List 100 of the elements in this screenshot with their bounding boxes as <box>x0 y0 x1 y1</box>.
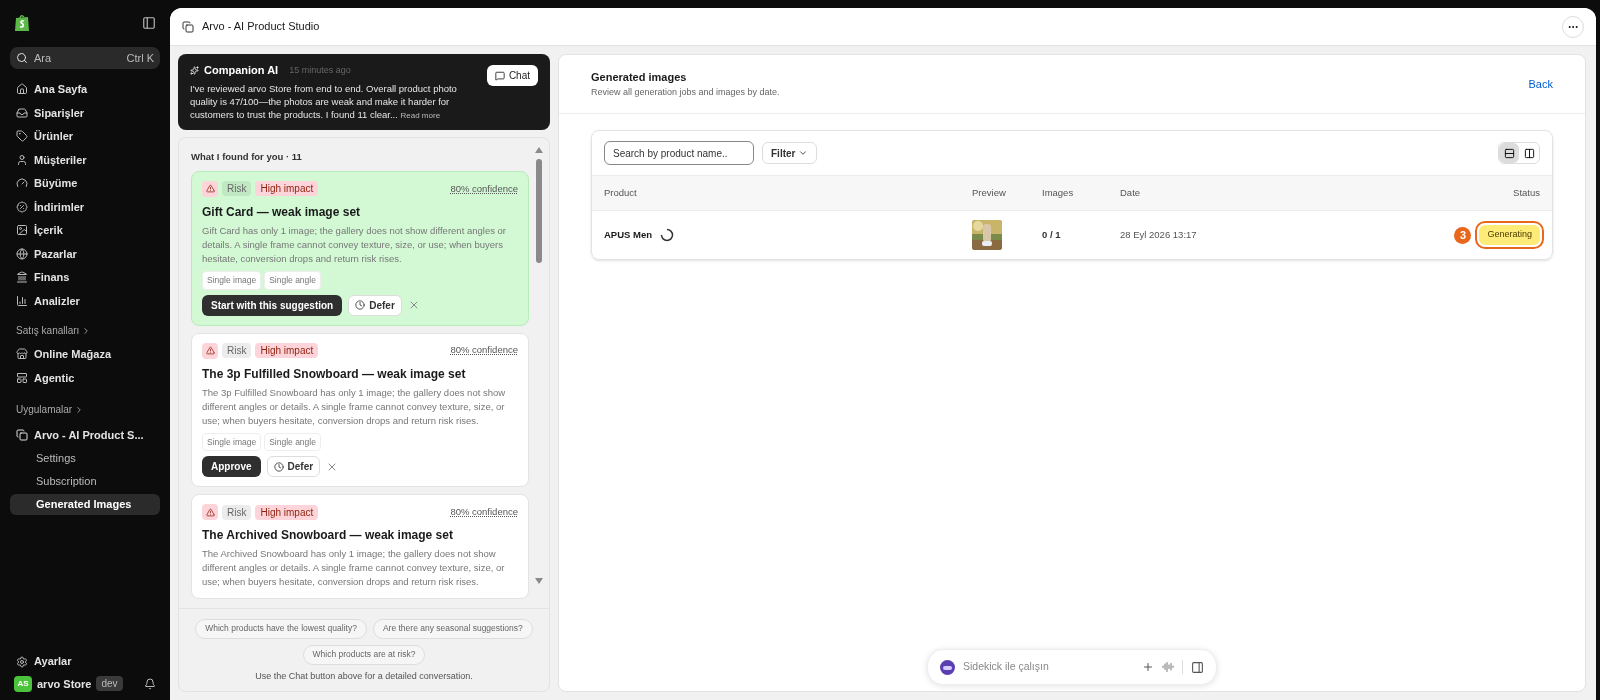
impact-tag: High impact <box>255 504 319 520</box>
store-icon <box>16 348 28 361</box>
banner-text: I've reviewed arvo Store from end to end. Overall product photo quality is 47/100—the photos are weak and make it harder for customers to trust the products. I found 11 clear... Read more <box>190 81 458 122</box>
images-count: 0 / 1 <box>1042 227 1062 242</box>
back-link[interactable]: Back <box>1528 75 1553 93</box>
search-field[interactable]: Search by product name.. <box>604 141 754 165</box>
product-name: APUS Men <box>604 227 653 242</box>
bank-icon <box>16 271 28 284</box>
nav-item[interactable]: Pazarlar <box>10 243 160 264</box>
nav-subitem[interactable]: Generated Images <box>10 493 160 515</box>
confidence-label: 80% confidence <box>450 505 518 520</box>
card-description: The 3p Fulfilled Snowboard has only 1 image; the gallery does not show different angles or details. A single frame cannot convey texture, size, or use; when buyers hesitate, conversion drops and return risk rises. <box>202 385 507 428</box>
nav-item[interactable]: Müşteriler <box>10 149 160 170</box>
settings-icon <box>16 655 28 668</box>
card-description: The Archived Snowboard has only 1 image; the gallery does not show different angles or details. A single frame cannot convey texture, size, or use; when buyers hesitate, conversion drops and return risk rises. <box>202 547 506 590</box>
column-header: Product <box>604 185 638 200</box>
app-icon <box>16 429 28 442</box>
home-icon <box>16 83 28 96</box>
sidebar-toggle-icon[interactable] <box>142 16 156 30</box>
inbox-icon <box>16 106 28 119</box>
sparkle-icon <box>190 65 199 75</box>
dev-badge: dev <box>96 676 123 692</box>
view-toggle-button[interactable] <box>1499 143 1519 163</box>
nav-item[interactable]: Finans <box>10 267 160 288</box>
suggestion-chip[interactable]: Are there any seasonal suggestions? <box>372 618 533 639</box>
section-heading[interactable]: Satış kanalları <box>10 323 160 338</box>
hint-text: Use the Chat button above for a detailed conversation. <box>255 669 473 683</box>
nav-item[interactable]: Arvo - AI Product S... <box>10 425 160 446</box>
store-name[interactable]: arvo Store <box>37 675 92 692</box>
chip: Single angle <box>264 432 321 452</box>
read-more-link[interactable]: Read more <box>400 110 441 120</box>
nav-item[interactable]: Ayarlar <box>10 651 160 672</box>
primary-button[interactable]: Approve <box>202 456 261 478</box>
percent-badge-icon <box>16 200 28 213</box>
clock-icon <box>355 300 366 310</box>
search-placeholder: Ara <box>34 50 53 66</box>
column-header: Preview <box>972 185 1007 200</box>
banner-title: Companion AI <box>204 63 279 78</box>
suggestion-chip[interactable]: Which products have the lowest quality? <box>195 618 367 639</box>
chip: Single angle <box>264 270 321 290</box>
impact-tag: High impact <box>255 181 319 197</box>
nav-item[interactable]: Agentic <box>10 367 160 388</box>
column-header: Date <box>1120 185 1142 200</box>
nav-item[interactable]: Online Mağaza <box>10 344 160 365</box>
banner-time: 15 minutes ago <box>289 63 351 77</box>
nav-item[interactable]: Siparişler <box>10 102 160 123</box>
risk-tag: Risk <box>222 504 252 520</box>
warning-icon <box>205 507 215 517</box>
chevron-down-icon <box>798 148 809 158</box>
card-title: The Archived Snowboard — weak image set <box>202 527 454 545</box>
risk-tag: Risk <box>222 343 252 358</box>
image-icon <box>16 224 28 237</box>
page-subtitle: Review all generation jobs and images by date. <box>591 85 780 99</box>
nav-item[interactable]: Analizler <box>10 290 160 311</box>
filter-button[interactable]: Filter <box>762 142 818 164</box>
section-heading[interactable]: Uygulamalar <box>10 402 160 417</box>
column-header: Status <box>1512 185 1540 200</box>
person-icon <box>16 153 28 166</box>
sidekick-bar[interactable]: Sidekick ile çalışın <box>927 649 1217 685</box>
card-title: Gift Card — weak image set <box>202 203 362 221</box>
card-title: The 3p Fulfilled Snowboard — weak image set <box>202 365 467 383</box>
bell-icon[interactable] <box>144 677 156 690</box>
panel-icon[interactable] <box>1191 660 1204 674</box>
chat-button[interactable]: Chat <box>486 65 538 86</box>
impact-tag: High impact <box>255 343 319 358</box>
shopping-bag-logo-icon[interactable] <box>14 14 30 32</box>
confidence-label: 80% confidence <box>450 343 518 358</box>
defer-button[interactable]: Defer <box>348 294 402 316</box>
columns-icon <box>1523 147 1535 159</box>
plus-icon[interactable] <box>1142 661 1154 673</box>
nav-item[interactable]: Ürünler <box>10 126 160 147</box>
step-number-badge: 3 <box>1454 226 1472 244</box>
bar-chart-icon <box>16 294 28 307</box>
shortcut-hint: Ctrl K <box>126 50 154 66</box>
clock-icon <box>273 461 284 472</box>
warning-icon <box>205 346 215 355</box>
primary-button[interactable]: Start with this suggestion <box>202 294 343 316</box>
search-field[interactable]: Ara Ctrl K <box>10 47 160 69</box>
nav-subitem[interactable]: Settings <box>10 447 160 469</box>
section-heading: What I found for you · 11 <box>191 149 303 164</box>
globe-icon <box>16 247 28 260</box>
nav-item[interactable]: Büyüme <box>10 173 160 194</box>
card-description: Gift Card has only 1 image; the gallery does not show different angles or details. A single frame cannot convey texture, size, or use; when buyers hesitate, conversion drops and return risk rises. <box>202 223 507 266</box>
chat-bubble-icon <box>494 70 505 81</box>
defer-button[interactable]: Defer <box>266 456 321 478</box>
nav-item[interactable]: Ana Sayfa <box>10 79 160 100</box>
risk-tag: Risk <box>222 181 252 197</box>
scrollbar-drawing[interactable] <box>533 145 545 586</box>
nav-item[interactable]: İndirimler <box>10 196 160 217</box>
nav-item[interactable]: İçerik <box>10 220 160 241</box>
confidence-label: 80% confidence <box>450 181 518 196</box>
suggestion-chip[interactable]: Which products are at risk? <box>302 644 426 665</box>
panel-icon <box>16 371 28 384</box>
date-cell-text: 28 Eyl 2026 13:17 <box>1120 227 1198 242</box>
warning-icon <box>205 184 215 194</box>
gauge-icon <box>16 177 28 190</box>
page-title: Generated images <box>591 70 688 85</box>
chip: Single image <box>202 270 262 290</box>
nav-subitem[interactable]: Subscription <box>10 470 160 492</box>
app-title: Arvo - AI Product Studio <box>202 19 320 35</box>
